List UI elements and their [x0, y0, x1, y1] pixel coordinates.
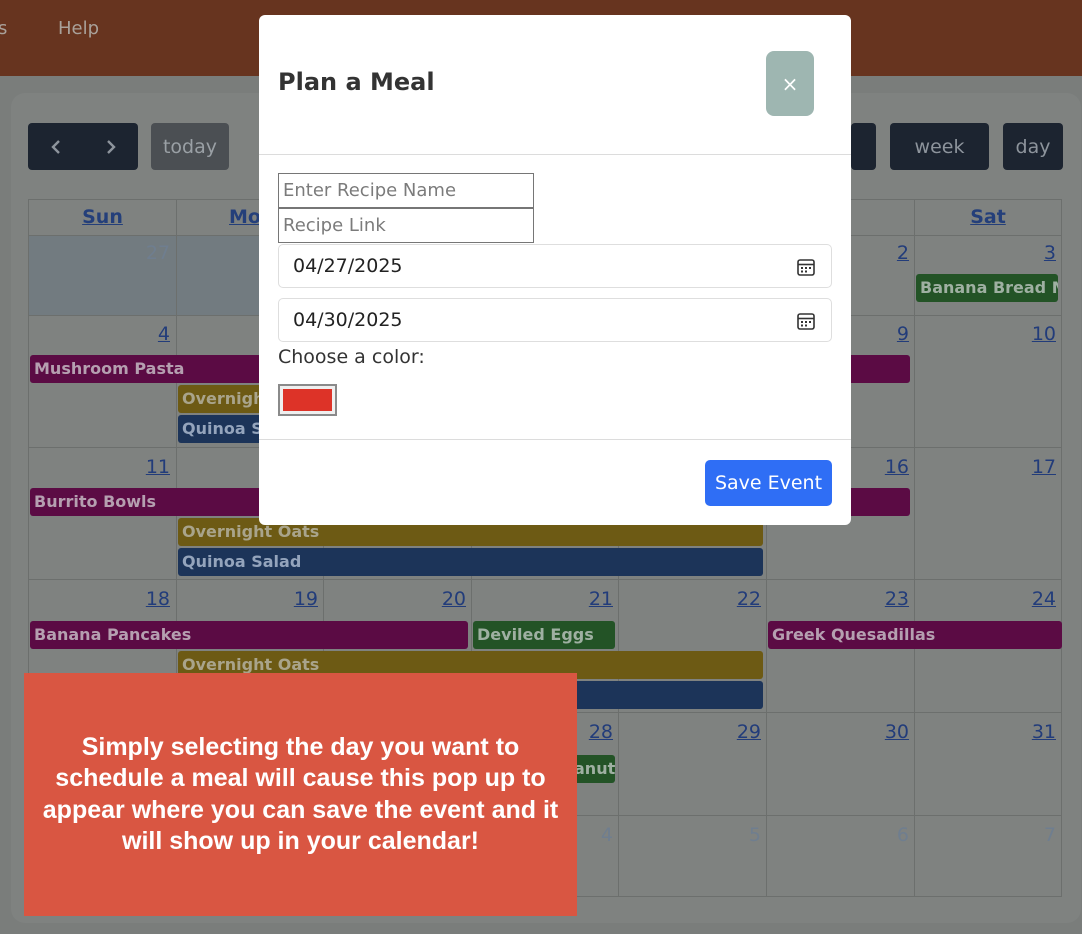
day-number[interactable]: 28 — [573, 721, 613, 743]
day-button[interactable]: day — [1003, 123, 1063, 170]
day-number[interactable]: 11 — [130, 456, 170, 478]
instruction-note: Simply selecting the day you want to sch… — [24, 673, 577, 916]
nav-link-help[interactable]: Help — [58, 18, 99, 39]
calendar-event[interactable]: Quinoa Salad — [178, 548, 763, 576]
month-button-edge[interactable] — [851, 123, 876, 170]
day-number[interactable]: 4 — [130, 323, 170, 345]
recipe-link-input[interactable] — [278, 208, 534, 243]
day-number[interactable]: 31 — [1016, 721, 1056, 743]
day-number[interactable]: 24 — [1016, 588, 1056, 610]
weekday-sat: Sat — [970, 206, 1006, 228]
color-label: Choose a color: — [278, 346, 425, 368]
day-number[interactable]: 5 — [721, 824, 761, 846]
chevron-left-icon — [50, 139, 60, 154]
day-number[interactable]: 27 — [130, 242, 170, 264]
prev-button[interactable] — [28, 123, 83, 170]
next-button[interactable] — [83, 123, 138, 170]
calendar-event[interactable]: Banana Pancakes — [30, 621, 468, 649]
day-number[interactable]: 3 — [1016, 242, 1056, 264]
plan-meal-modal: Plan a Meal × 04/27/2025 04/30/2025 Choo… — [259, 15, 851, 525]
day-number[interactable]: 9 — [869, 323, 909, 345]
nav-link-fragment[interactable]: s — [0, 18, 7, 39]
start-date-input[interactable]: 04/27/2025 — [278, 244, 832, 288]
calendar-event[interactable]: Quinoa Sa — [178, 415, 268, 443]
calendar-icon[interactable] — [796, 311, 816, 331]
day-number[interactable]: 30 — [869, 721, 909, 743]
chevron-right-icon — [106, 139, 116, 154]
modal-footer-divider — [259, 439, 851, 440]
calendar-event[interactable]: Greek Quesadillas — [768, 621, 1062, 649]
day-number[interactable]: 18 — [130, 588, 170, 610]
day-number[interactable]: 29 — [721, 721, 761, 743]
day-number[interactable]: 7 — [1016, 824, 1056, 846]
close-button[interactable]: × — [766, 51, 814, 116]
start-date-value: 04/27/2025 — [293, 255, 403, 277]
day-number[interactable]: 19 — [278, 588, 318, 610]
day-number[interactable]: 22 — [721, 588, 761, 610]
today-button[interactable]: today — [151, 123, 229, 170]
prev-next-group — [28, 123, 138, 170]
day-number[interactable]: 2 — [869, 242, 909, 264]
calendar-event[interactable]: Deviled Eggs — [473, 621, 615, 649]
modal-title: Plan a Meal — [278, 68, 435, 96]
close-icon: × — [781, 71, 799, 96]
calendar-icon[interactable] — [796, 257, 816, 277]
day-number[interactable]: 6 — [869, 824, 909, 846]
calendar-event[interactable]: Banana Bread Muffins — [916, 274, 1058, 302]
end-date-value: 04/30/2025 — [293, 309, 403, 331]
day-number[interactable]: 21 — [573, 588, 613, 610]
recipe-name-input[interactable] — [278, 173, 534, 208]
color-swatch-fill — [283, 389, 332, 411]
color-picker[interactable] — [278, 384, 337, 416]
day-number[interactable]: 20 — [426, 588, 466, 610]
day-number[interactable]: 17 — [1016, 456, 1056, 478]
week-button[interactable]: week — [890, 123, 989, 170]
end-date-input[interactable]: 04/30/2025 — [278, 298, 832, 342]
weekday-sun: Sun — [82, 206, 123, 228]
instruction-text: Simply selecting the day you want to sch… — [42, 732, 559, 856]
calendar-event[interactable]: Overnight — [178, 385, 268, 413]
day-number[interactable]: 23 — [869, 588, 909, 610]
day-number[interactable]: 4 — [573, 824, 613, 846]
day-number[interactable]: 16 — [869, 456, 909, 478]
save-event-button[interactable]: Save Event — [705, 460, 832, 506]
day-number[interactable]: 10 — [1016, 323, 1056, 345]
modal-header-divider — [259, 154, 851, 155]
